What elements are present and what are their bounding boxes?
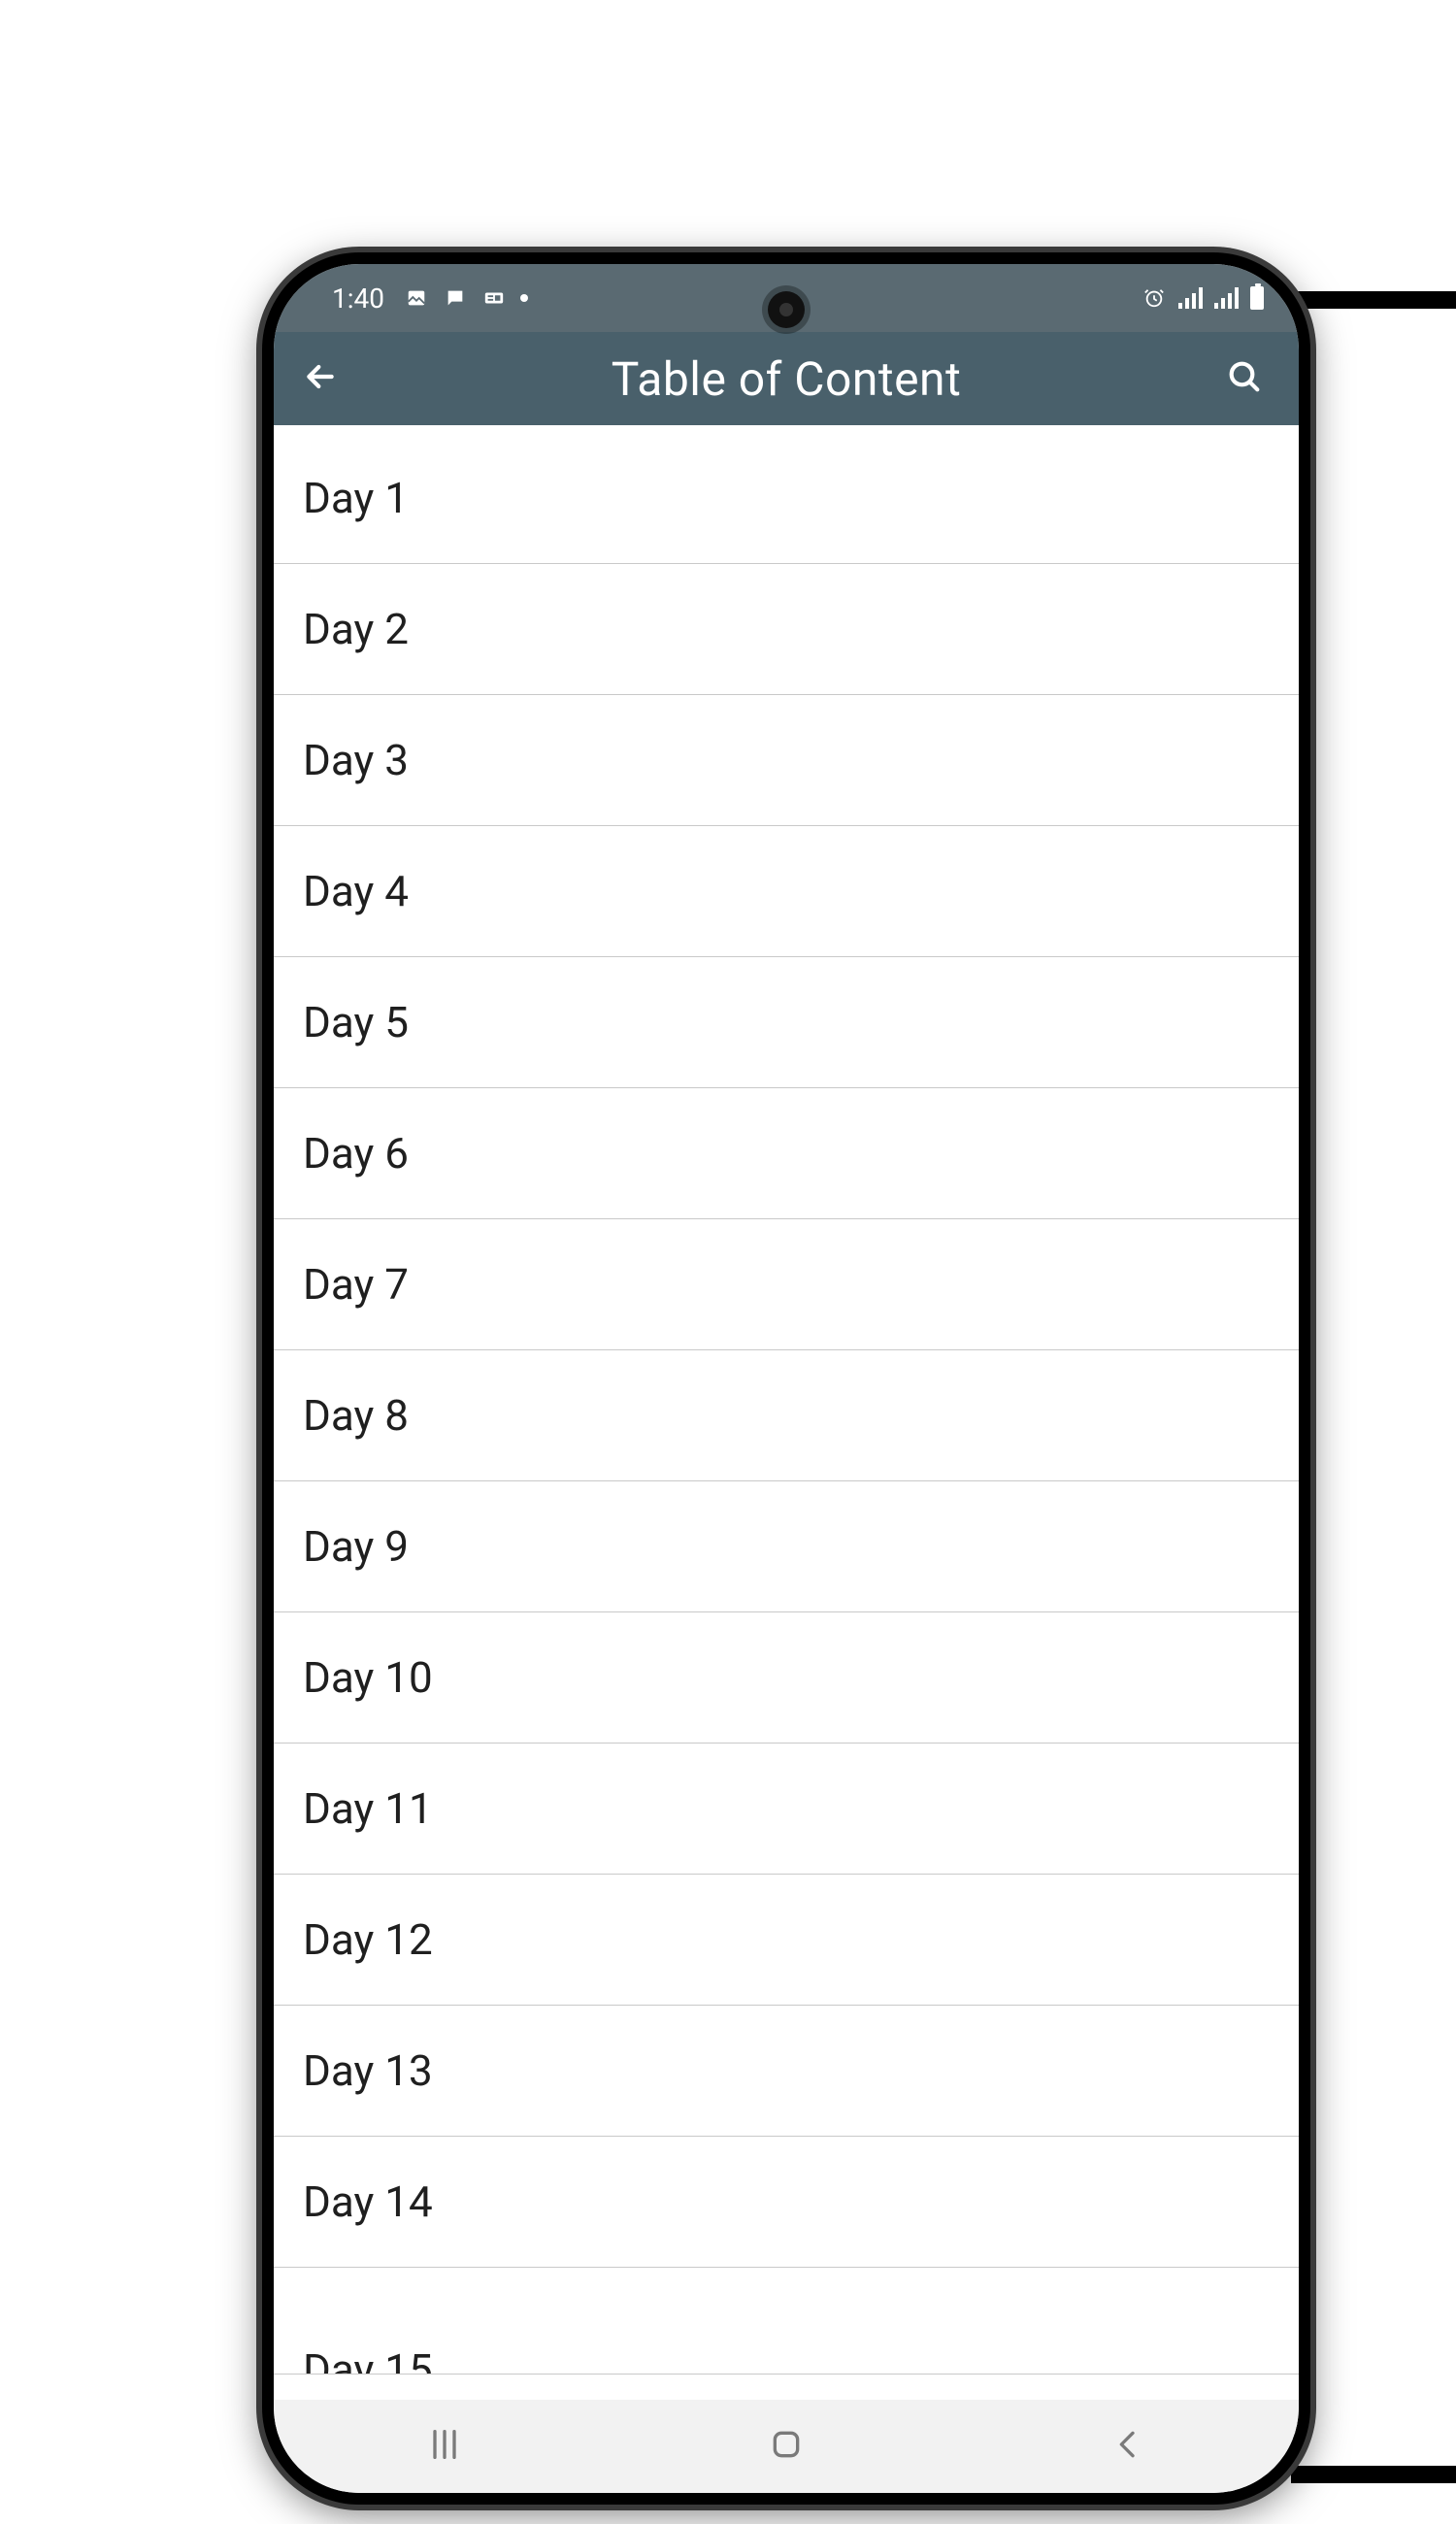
- decorative-cable: [1291, 291, 1456, 309]
- list-item-label: Day 12: [303, 1914, 433, 1965]
- search-icon: [1225, 357, 1264, 400]
- arrow-left-icon: [301, 357, 340, 400]
- page-title: Table of Content: [274, 351, 1299, 407]
- list-item-label: Day 1: [303, 473, 409, 523]
- alarm-icon: [1142, 287, 1167, 309]
- list-item[interactable]: Day 12: [274, 1875, 1299, 2006]
- android-nav-bar: [274, 2400, 1299, 2493]
- list-item[interactable]: Day 10: [274, 1612, 1299, 1744]
- list-item[interactable]: Day 5: [274, 957, 1299, 1088]
- list-item[interactable]: Day 3: [274, 695, 1299, 826]
- phone-frame: 1:40: [262, 252, 1310, 2505]
- home-icon: [767, 2425, 806, 2468]
- status-time: 1:40: [332, 282, 384, 315]
- status-left: 1:40: [332, 282, 528, 315]
- search-button[interactable]: [1198, 332, 1291, 425]
- list-item[interactable]: Day 2: [274, 564, 1299, 695]
- app-bar: Table of Content: [274, 332, 1299, 425]
- home-button[interactable]: [718, 2400, 854, 2493]
- back-button[interactable]: [274, 332, 367, 425]
- back-nav-button[interactable]: [1060, 2400, 1196, 2493]
- list-item[interactable]: Day 1: [274, 433, 1299, 564]
- list-item-label: Day 6: [303, 1128, 409, 1179]
- list-item[interactable]: Day 4: [274, 826, 1299, 957]
- recents-icon: [425, 2425, 464, 2468]
- list-item[interactable]: Day 7: [274, 1219, 1299, 1350]
- recents-button[interactable]: [377, 2400, 513, 2493]
- list-item[interactable]: Day 15: [274, 2268, 1299, 2375]
- camera-punch-hole: [768, 291, 805, 328]
- list-item-label: Day 13: [303, 2045, 433, 2096]
- list-item-label: Day 4: [303, 866, 409, 916]
- list-item[interactable]: Day 8: [274, 1350, 1299, 1481]
- list-item[interactable]: Day 14: [274, 2137, 1299, 2268]
- list-item-label: Day 7: [303, 1259, 409, 1310]
- list-item[interactable]: Day 6: [274, 1088, 1299, 1219]
- list-item[interactable]: Day 11: [274, 1744, 1299, 1875]
- signal-icon: [1178, 287, 1203, 309]
- chat-icon: [443, 287, 468, 309]
- list-item-label: Day 2: [303, 604, 409, 654]
- list-item-label: Day 5: [303, 997, 409, 1047]
- signal-icon: [1214, 287, 1239, 309]
- battery-icon: [1250, 286, 1264, 310]
- list-item[interactable]: Day 13: [274, 2006, 1299, 2137]
- decorative-cable: [1291, 2466, 1456, 2483]
- dot-icon: [520, 294, 528, 302]
- image-icon: [404, 287, 429, 309]
- news-icon: [481, 287, 507, 309]
- chevron-left-icon: [1109, 2425, 1147, 2468]
- toc-scroll[interactable]: Day 1 Day 2 Day 3 Day 4 Day 5 Day 6 Day …: [274, 425, 1299, 2400]
- toc-list: Day 1 Day 2 Day 3 Day 4 Day 5 Day 6 Day …: [274, 425, 1299, 2375]
- list-item[interactable]: Day 9: [274, 1481, 1299, 1612]
- list-item-label: Day 15: [303, 2344, 433, 2375]
- list-item-label: Day 3: [303, 735, 409, 785]
- status-right: [1142, 286, 1264, 310]
- list-item-label: Day 10: [303, 1652, 433, 1703]
- list-item-label: Day 14: [303, 2176, 433, 2227]
- list-item-label: Day 9: [303, 1521, 409, 1572]
- phone-screen: 1:40: [274, 264, 1299, 2493]
- list-item-label: Day 11: [303, 1783, 433, 1834]
- list-item-label: Day 8: [303, 1390, 409, 1441]
